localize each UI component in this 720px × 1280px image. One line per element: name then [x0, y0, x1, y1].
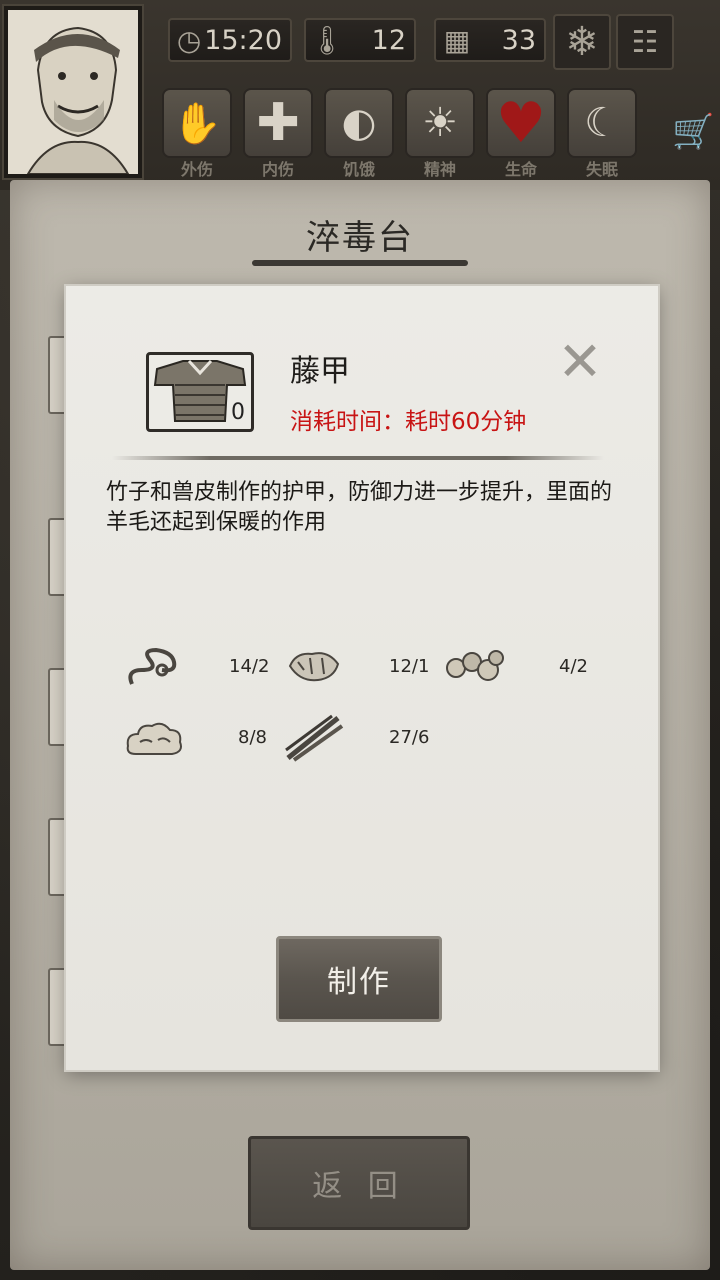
- calendar-icon: ▦: [443, 23, 471, 57]
- material-count: 4/2: [559, 656, 588, 677]
- ore-icon: [446, 650, 504, 681]
- status-button-wound[interactable]: ✋: [162, 88, 232, 158]
- status-label-wound: 外伤: [180, 160, 213, 179]
- hand-icon: ✋: [172, 100, 222, 147]
- material-ore: [442, 636, 506, 696]
- clock-icon: ◷: [176, 23, 202, 57]
- close-icon[interactable]: ✕: [554, 335, 606, 389]
- status-button-insomnia[interactable]: ☾: [567, 88, 637, 158]
- time-cost: 消耗时间：耗时60分钟: [290, 409, 527, 435]
- material-wool: [122, 708, 186, 768]
- material-rope: [122, 636, 186, 696]
- status-label-hunger: 饥饿: [342, 160, 375, 179]
- brain-icon: ☀: [422, 100, 458, 146]
- heart-icon: ♥: [495, 90, 547, 156]
- temperature-value: 12: [371, 24, 406, 56]
- material-count: 8/8: [238, 727, 267, 748]
- thermometer-icon: 🌡: [309, 23, 345, 57]
- status-button-mind[interactable]: ☀: [405, 88, 475, 158]
- status-button-life[interactable]: ♥: [486, 88, 556, 158]
- menu-button[interactable]: ☷: [616, 14, 674, 70]
- status-label-mind: 精神: [423, 160, 456, 179]
- status-label-internal: 内伤: [261, 160, 294, 179]
- panel-title: 淬毒台: [306, 218, 414, 258]
- material-count: 14/2: [229, 656, 270, 677]
- snowflake-icon[interactable]: ❄: [553, 14, 611, 70]
- status-button-internal[interactable]: ✚: [243, 88, 313, 158]
- day-value: 33: [501, 24, 536, 56]
- status-label-life: 生命: [504, 160, 537, 179]
- status-button-hunger[interactable]: ◐: [324, 88, 394, 158]
- portrait-illustration: [8, 10, 138, 175]
- item-slot: 0: [146, 352, 254, 432]
- divider: [112, 456, 604, 460]
- item-name: 藤甲: [290, 354, 350, 389]
- material-count: 27/6: [389, 727, 430, 748]
- time-value: 15:20: [204, 24, 282, 56]
- stomach-icon: ◐: [341, 100, 377, 146]
- wool-icon: [126, 722, 182, 755]
- material-count: 12/1: [389, 656, 430, 677]
- rope-icon: [128, 647, 177, 685]
- material-bamboo: [282, 708, 346, 768]
- top-bar: ◷ 15:20 🌡 12 ▦ 33 ❄ ☷ ✋ 外伤 ✚ 内伤 ◐ 饥饿 ☀ 精…: [0, 0, 720, 190]
- item-count: 0: [231, 400, 245, 425]
- bamboo-sticks-icon: [285, 714, 344, 762]
- clock-display: ◷ 15:20: [168, 18, 292, 62]
- back-button[interactable]: 返 回: [248, 1136, 470, 1230]
- shopping-cart-icon[interactable]: 🛒: [672, 112, 714, 152]
- status-label-insomnia: 失眠: [585, 160, 618, 179]
- material-hide: [282, 636, 346, 696]
- day-display: ▦ 33: [434, 18, 546, 62]
- title-underline: [252, 260, 468, 266]
- menu-list-icon: ☷: [631, 24, 659, 60]
- make-button[interactable]: 制作: [276, 936, 442, 1022]
- temperature-display: 🌡 12: [304, 18, 416, 62]
- animal-hide-icon: [288, 652, 340, 682]
- player-portrait[interactable]: [4, 6, 142, 178]
- cross-icon: ✚: [256, 93, 300, 153]
- item-description: 竹子和兽皮制作的护甲，防御力进一步提升，里面的羊毛还起到保暖的作用: [106, 480, 613, 535]
- moon-icon: ☾: [584, 100, 620, 146]
